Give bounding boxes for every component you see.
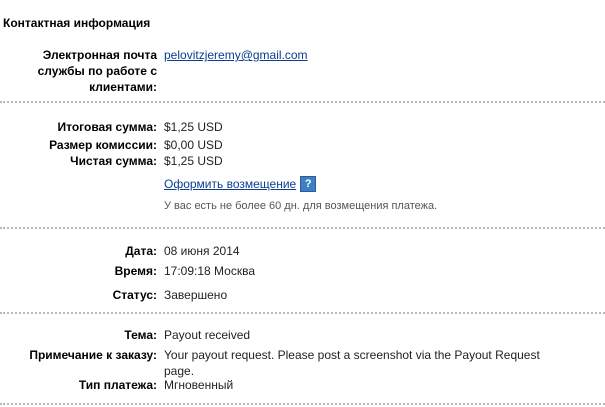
separator [0,227,605,229]
issue-refund-link[interactable]: Оформить возмещение [164,177,296,191]
fee-amount-value: $0,00 USD [164,138,223,152]
status-label: Статус: [112,288,157,302]
order-note-value: Your payout request. Please post a scree… [164,348,540,378]
date-label: Дата: [125,244,157,258]
time-label: Время: [114,264,157,278]
contact-section-title: Контактная информация [3,16,151,30]
net-amount-value: $1,25 USD [164,154,223,168]
order-note-label: Примечание к заказу: [29,348,157,362]
separator [0,403,605,405]
status-value: Завершено [164,288,228,302]
net-amount-label: Чистая сумма: [70,154,157,168]
refund-row: Оформить возмещение ? [164,176,317,192]
help-icon[interactable]: ? [300,176,317,192]
separator [0,312,605,314]
time-value: 17:09:18 Москва [164,264,256,278]
fee-amount-label: Размер комиссии: [49,138,157,152]
total-amount-value: $1,25 USD [164,120,223,134]
subject-label: Тема: [124,328,157,342]
refund-note: У вас есть не более 60 дн. для возмещени… [164,200,438,212]
separator [0,101,605,103]
payment-type-value: Мгновенный [164,378,234,392]
customer-service-email-link[interactable]: pelovitzjeremy@gmail.com [164,47,308,63]
payment-type-label: Тип платежа: [78,378,157,392]
date-value: 08 июня 2014 [164,244,240,258]
email-label: Электронная почта службы по работе с кли… [37,48,157,94]
total-amount-label: Итоговая сумма: [57,120,157,134]
subject-value: Payout received [164,328,251,342]
